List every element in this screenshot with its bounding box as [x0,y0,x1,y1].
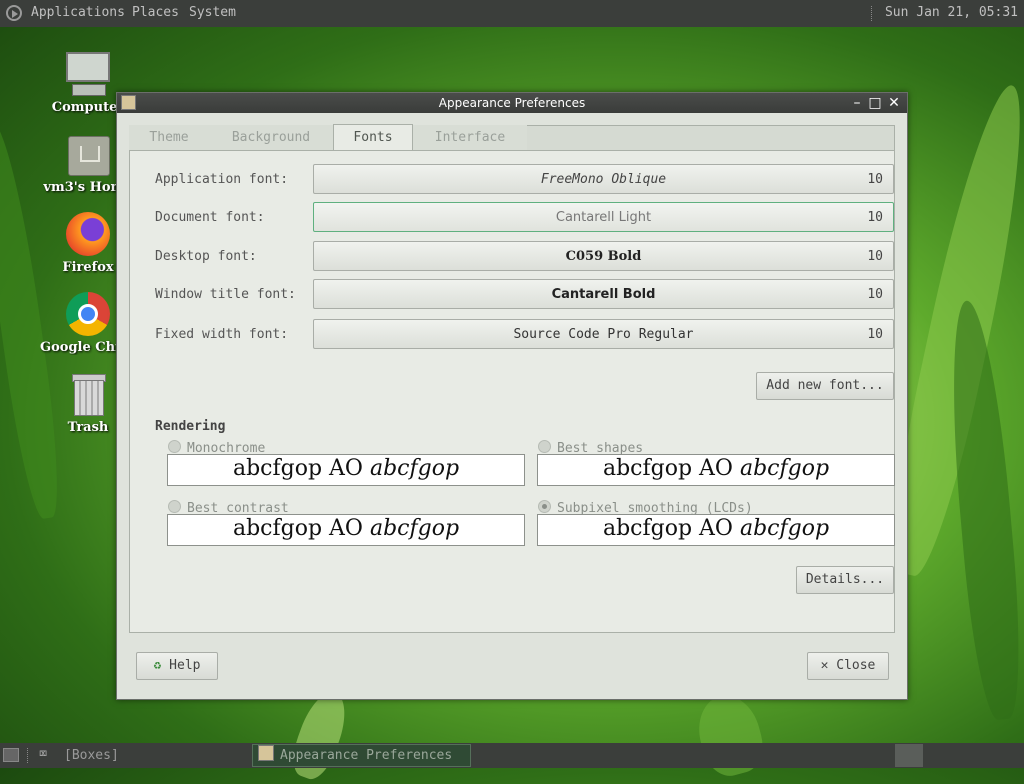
window-title-font-button[interactable]: Cantarell Bold 10 [313,279,894,309]
chrome-icon [64,290,112,338]
sample-text: abcfgop AO [232,516,363,541]
help-icon: ♻ [153,658,162,673]
firefox-icon [64,210,112,258]
window-title-font-label: Window title font: [155,287,296,302]
font-name: FreeMono Oblique [540,172,667,187]
trash-icon [64,370,112,418]
document-font-button[interactable]: Cantarell Light 10 [313,202,894,232]
font-size: 10 [867,327,883,342]
document-font-label: Document font: [155,210,265,225]
maximize-icon[interactable]: □ [867,95,883,111]
window-title: Appearance Preferences [438,96,586,110]
workspace-switcher-icon[interactable]: ⌧ [39,746,47,762]
close-button[interactable]: ✕ Close [807,652,889,680]
show-desktop-icon[interactable] [3,748,19,762]
font-size: 10 [867,210,883,225]
fonts-page: Application font: FreeMono Oblique 10 Do… [129,150,895,633]
sample-text: abcfgop AO [602,516,733,541]
font-size: 10 [867,249,883,264]
home-folder-icon [64,130,112,178]
add-new-font-button[interactable]: Add new font... [756,372,894,400]
fixed-width-font-button[interactable]: Source Code Pro Regular 10 [313,319,894,349]
radio-indicator [538,440,551,453]
task-label: Appearance Preferences [280,748,453,763]
tab-theme[interactable]: Theme [129,125,209,150]
fixed-width-font-label: Fixed width font: [155,327,289,342]
details-button[interactable]: Details... [796,566,894,594]
sample-monochrome[interactable]: abcfgop AO abcfgop [167,454,525,486]
menu-places[interactable]: Places [132,5,179,20]
tray-appearance-icon[interactable] [895,744,923,767]
tab-background[interactable]: Background [209,125,333,150]
radio-indicator [538,500,551,513]
application-font-label: Application font: [155,172,289,187]
rendering-title: Rendering [155,419,226,434]
menu-applications[interactable]: Applications [31,5,125,20]
clock[interactable]: Sun Jan 21, 05:31 [885,5,1018,20]
font-size: 10 [867,172,883,187]
distro-logo-icon[interactable] [6,5,22,21]
help-button[interactable]: ♻ Help [136,652,218,680]
sample-text: abcfgop AO [232,456,363,481]
font-name: Cantarell Light [555,210,652,225]
appearance-preferences-window: Appearance Preferences – □ ✕ Application… [116,92,908,700]
font-name: Cantarell Bold [551,287,656,302]
desktop-font-label: Desktop font: [155,249,257,264]
desktop-font-button[interactable]: C059 Bold 10 [313,241,894,271]
close-label: Close [836,658,876,673]
help-label: Help [169,658,201,673]
appearance-app-icon [258,745,274,761]
sample-italic: abcfgop [369,456,460,481]
bottom-panel: ⌧ [Boxes] Appearance Preferences [0,743,1024,768]
sample-subpixel-smoothing[interactable]: abcfgop AO abcfgop [537,514,895,546]
panel-separator [871,6,874,21]
sample-italic: abcfgop [369,516,460,541]
taskbar-item-appearance[interactable]: Appearance Preferences [252,744,471,767]
application-font-button[interactable]: FreeMono Oblique 10 [313,164,894,194]
computer-icon [64,50,112,98]
sample-italic: abcfgop [739,456,830,481]
tab-fonts[interactable]: Fonts [333,124,413,150]
sample-best-contrast[interactable]: abcfgop AO abcfgop [167,514,525,546]
font-name: Source Code Pro Regular [513,327,694,342]
minimize-icon[interactable]: – [849,95,865,111]
radio-indicator [168,500,181,513]
radio-indicator [168,440,181,453]
tab-interface[interactable]: Interface [413,125,527,150]
workspace-label[interactable]: [Boxes] [64,748,119,763]
sample-text: abcfgop AO [602,456,733,481]
sample-best-shapes[interactable]: abcfgop AO abcfgop [537,454,895,486]
font-size: 10 [867,287,883,302]
font-name: C059 Bold [565,249,642,264]
close-window-icon[interactable]: ✕ [886,95,902,111]
window-titlebar[interactable]: Appearance Preferences – □ ✕ [117,93,907,113]
top-panel: Applications Places System Sun Jan 21, 0… [0,0,1024,27]
close-icon: ✕ [820,658,829,673]
menu-system[interactable]: System [189,5,236,20]
panel-separator [27,748,28,763]
sample-italic: abcfgop [739,516,830,541]
